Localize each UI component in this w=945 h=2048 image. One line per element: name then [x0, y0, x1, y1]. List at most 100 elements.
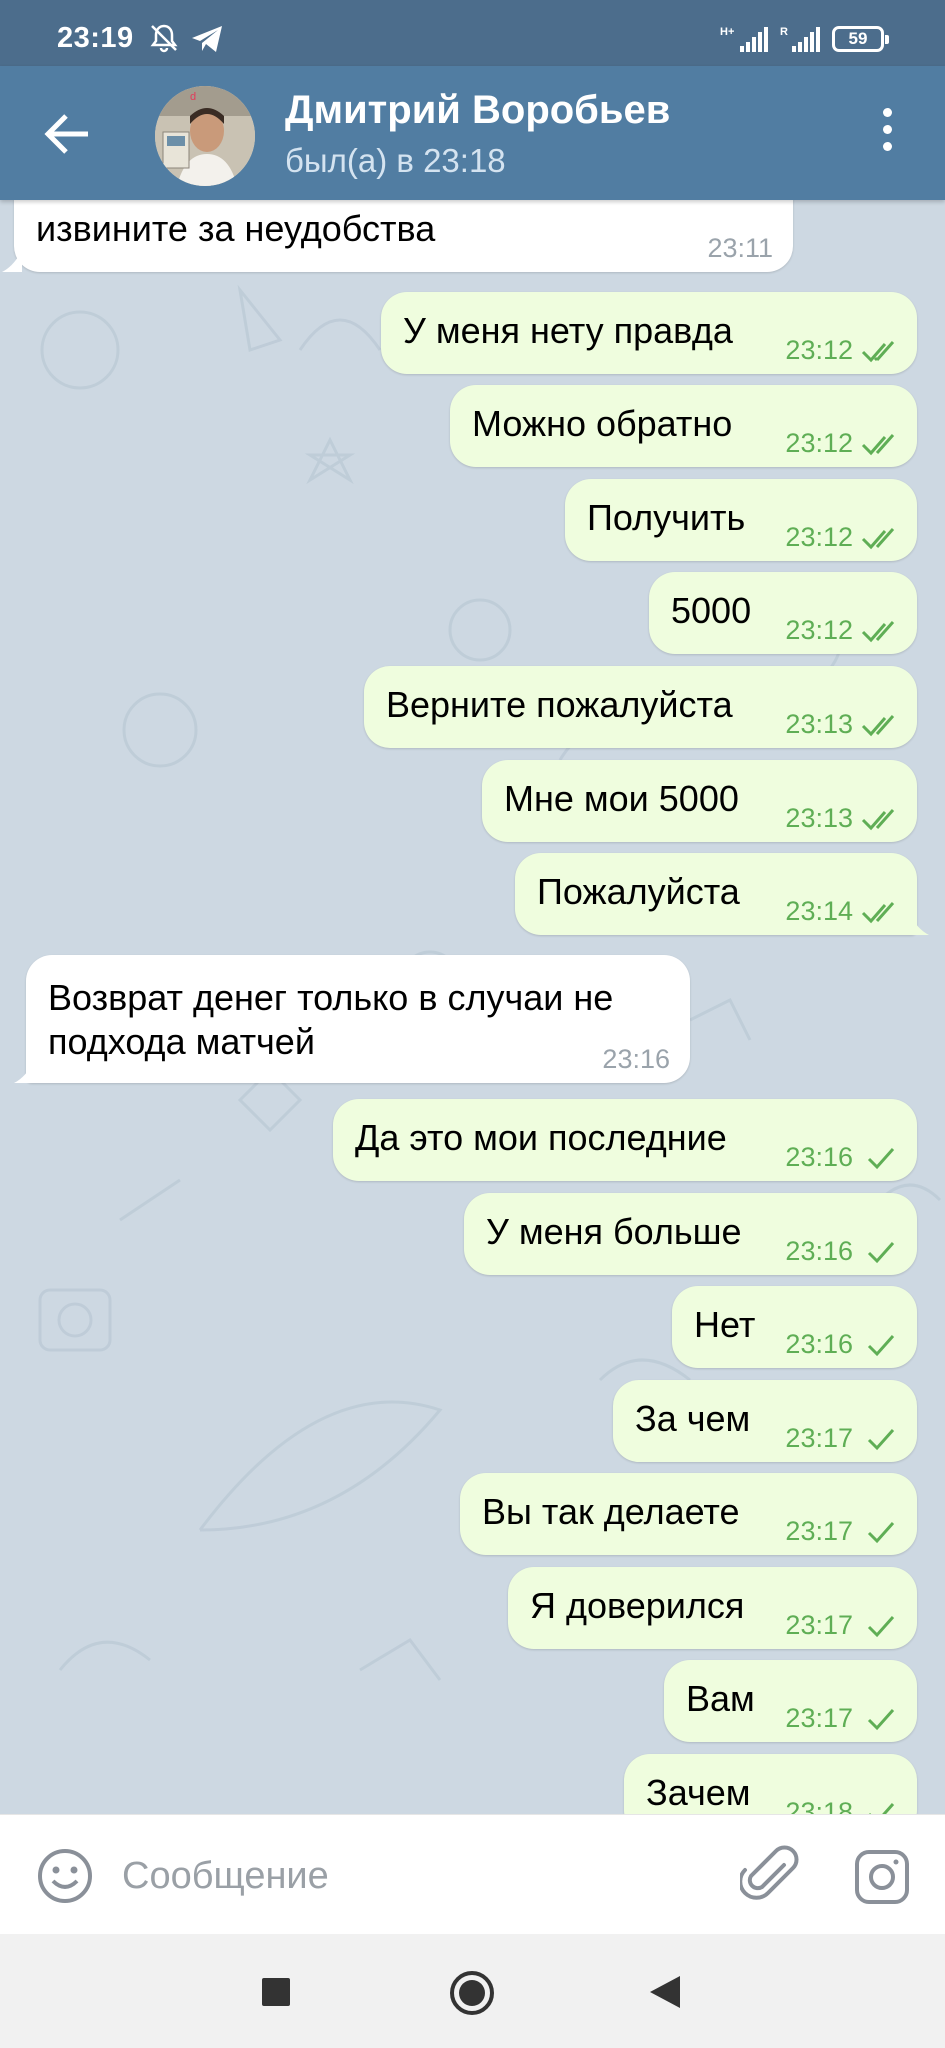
dot [882, 108, 892, 117]
message-time: 23:16 [785, 1142, 853, 1172]
contact-name[interactable]: Дмитрий Воробьев [285, 88, 670, 133]
message-bubble-outgoing[interactable]: 5000 23:12 [649, 572, 917, 654]
message-meta: 23:12 [785, 522, 903, 553]
svg-text:H+: H+ [720, 26, 734, 38]
message-text: Я доверился [530, 1585, 745, 1626]
message-meta: 23:16 [785, 1142, 903, 1173]
message-bubble-outgoing[interactable]: У меня больше 23:16 [464, 1193, 917, 1275]
message-bubble-outgoing[interactable]: Я доверился 23:17 [508, 1567, 917, 1649]
message-text: Вам [686, 1678, 755, 1719]
message-time: 23:16 [785, 1329, 853, 1359]
single-check-icon [867, 1147, 895, 1169]
message-text: Получить [587, 497, 746, 538]
message-bubble-outgoing[interactable]: Пожалуйста 23:14 [515, 853, 929, 935]
message-time: 23:17 [785, 1423, 853, 1453]
chat-messages-area[interactable]: извините за неудобства 23:11 У меня нету… [0, 200, 945, 1814]
double-check-icon [861, 527, 895, 549]
arrow-left-icon [44, 114, 88, 154]
message-text: 5000 [671, 590, 752, 631]
avatar-photo: d [155, 86, 255, 186]
message-input[interactable] [120, 1837, 724, 1915]
message-meta: 23:17 [785, 1516, 903, 1547]
telegram-icon [192, 26, 222, 52]
message-bubble-outgoing[interactable]: Верните пожалуйста 23:13 [364, 666, 917, 748]
message-bubble-outgoing[interactable]: За чем 23:17 [613, 1380, 917, 1462]
system-navigation-bar [0, 1934, 945, 2048]
message-bubble-outgoing[interactable]: Вы так делаете 23:17 [460, 1473, 917, 1555]
message-time: 23:12 [785, 615, 853, 645]
contact-last-seen: был(а) в 23:18 [285, 142, 506, 179]
contact-avatar[interactable]: d [155, 86, 255, 186]
smile-icon [38, 1849, 92, 1903]
attach-button[interactable] [740, 1845, 802, 1907]
message-time: 23:17 [785, 1610, 853, 1640]
message-text: У меня больше [486, 1211, 742, 1252]
status-bar: 23:19 H+ R 59 [0, 0, 945, 66]
nav-back-button[interactable] [648, 1974, 682, 2010]
message-bubble-outgoing[interactable]: Мне мои 5000 23:13 [482, 760, 917, 842]
message-meta: 23:13 [785, 803, 903, 834]
signal-h-icon: H+ [720, 26, 768, 52]
message-meta: 23:13 [785, 709, 903, 740]
message-meta: 23:12 [785, 335, 903, 366]
signal-r-icon: R [780, 26, 820, 52]
double-check-icon [861, 340, 895, 362]
message-time: 23:11 [707, 233, 773, 263]
emoji-button[interactable] [36, 1847, 94, 1905]
camera-icon [855, 1850, 909, 1904]
single-check-icon [867, 1615, 895, 1637]
message-meta: 23:12 [785, 428, 903, 459]
paperclip-icon [740, 1845, 799, 1900]
single-check-icon [867, 1521, 895, 1543]
message-text: Да это мои последние [355, 1117, 727, 1158]
single-check-icon [867, 1241, 895, 1263]
message-time: 23:14 [785, 896, 853, 926]
message-text: Пожалуйста [537, 871, 740, 912]
battery-indicator: 59 [832, 26, 889, 52]
single-check-icon [868, 1802, 895, 1814]
message-time: 23:13 [785, 803, 853, 833]
recent-apps-button[interactable] [262, 1978, 290, 2006]
message-time: 23:13 [785, 709, 853, 739]
message-text: извините за неудобства [36, 208, 436, 249]
home-button[interactable] [449, 1970, 495, 2016]
message-text: Верните пожалуйста [386, 684, 733, 725]
message-meta: 23:18 [785, 1797, 903, 1814]
message-time: 23:17 [785, 1516, 853, 1546]
single-check-icon [867, 1334, 895, 1356]
message-time: 23:16 [785, 1236, 853, 1266]
double-check-icon [861, 901, 895, 923]
message-meta: 23:17 [785, 1423, 903, 1454]
double-check-icon [861, 433, 895, 455]
message-text-line-2: подхода матчей [48, 1021, 315, 1062]
single-check-icon [867, 1708, 895, 1730]
svg-text:d: d [190, 91, 196, 103]
back-button[interactable] [40, 106, 96, 162]
message-meta: 23:16 [785, 1236, 903, 1267]
message-text: Вы так делаете [482, 1491, 740, 1532]
message-time: 23:18 [785, 1797, 853, 1814]
message-bubble-outgoing[interactable]: У меня нету правда 23:12 [381, 292, 917, 374]
message-bubble-outgoing[interactable]: Можно обратно 23:12 [450, 385, 917, 467]
more-menu-button[interactable] [872, 108, 902, 164]
message-time: 23:12 [785, 335, 853, 365]
message-meta: 23:12 [785, 615, 903, 646]
message-bubble-incoming[interactable]: Возврат денег только в случаи не подхода… [14, 955, 690, 1083]
message-text: Зачем [646, 1772, 751, 1813]
message-text: Нет [694, 1304, 756, 1345]
message-text: За чем [635, 1398, 751, 1439]
status-time: 23:19 [57, 22, 134, 54]
svg-text:R: R [780, 26, 788, 38]
message-bubble-incoming[interactable]: извините за неудобства 23:11 [2, 200, 793, 272]
camera-button[interactable] [854, 1849, 910, 1905]
message-time: 23:17 [785, 1703, 853, 1733]
message-text: У меня нету правда [403, 310, 733, 351]
message-bubble-outgoing[interactable]: Получить 23:12 [565, 479, 917, 561]
message-bubble-outgoing[interactable]: Вам 23:17 [664, 1660, 917, 1742]
double-check-icon [861, 714, 895, 736]
message-bubble-outgoing[interactable]: Нет 23:16 [672, 1286, 917, 1368]
dot [882, 125, 892, 134]
message-bubble-outgoing[interactable]: Зачем 23:18 [624, 1754, 917, 1814]
message-bubble-outgoing[interactable]: Да это мои последние 23:16 [333, 1099, 917, 1181]
bubble-tail [2, 250, 22, 272]
